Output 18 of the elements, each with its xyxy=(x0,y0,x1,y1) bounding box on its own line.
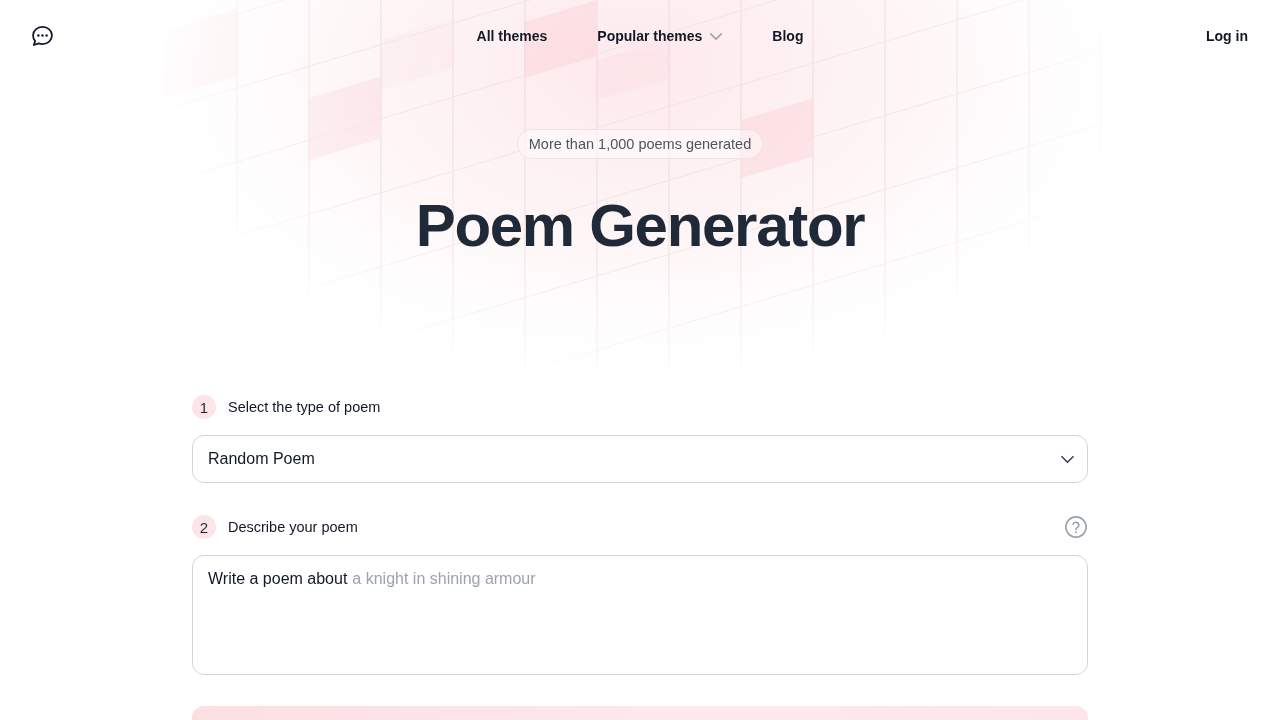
chevron-down-icon xyxy=(710,32,723,40)
prompt-prefix: Write a poem about xyxy=(208,569,348,589)
chat-bubble-icon[interactable] xyxy=(32,26,53,46)
step-label: Describe your poem xyxy=(228,519,358,535)
poem-description-field[interactable]: Write a poem about a knight in shining armour xyxy=(192,555,1088,675)
step-label: Select the type of poem xyxy=(228,399,381,415)
nav-dropdown[interactable]: Popular themes xyxy=(597,28,723,44)
login-link[interactable]: Log in xyxy=(1206,28,1248,44)
help-icon[interactable] xyxy=(1065,516,1087,538)
nav-link[interactable]: All themes xyxy=(476,28,548,44)
page-title: Poem Generator xyxy=(415,191,865,261)
stats-badge: More than 1,000 poems generated xyxy=(516,129,764,159)
poem-type-select[interactable]: Random Poem xyxy=(192,435,1088,483)
step-number: 2 xyxy=(192,515,216,539)
description-input[interactable]: a knight in shining armour xyxy=(352,567,1072,591)
step-number: 1 xyxy=(192,395,216,419)
chevron-down-icon xyxy=(1061,455,1074,463)
nav-link[interactable]: Blog xyxy=(772,28,804,44)
